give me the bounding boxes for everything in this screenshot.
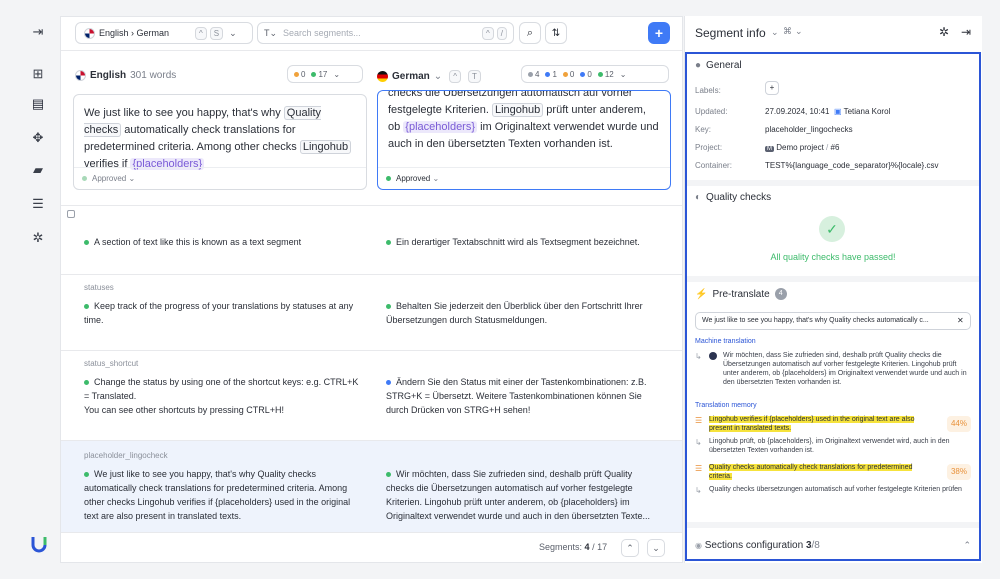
quality-passed-text: All quality checks have passed!	[770, 252, 896, 262]
target-status-select[interactable]: Approved ⌄	[378, 167, 670, 189]
kbd-slash: /	[496, 26, 507, 40]
chevron-down-icon: ⌄	[433, 71, 443, 82]
layout-icon[interactable]: ▤	[30, 96, 46, 112]
info-icon: ●	[695, 60, 702, 71]
target-language[interactable]: German ⌄ ^ T	[377, 70, 481, 83]
shield-icon: ◐	[695, 192, 702, 203]
toolbar: English › German ^ S ⌄ T ⌄ Search segmen…	[61, 17, 682, 51]
gear-icon[interactable]: ✲	[939, 25, 949, 39]
kbd-s: S	[209, 26, 224, 40]
lightning-icon: ⚡	[695, 288, 708, 300]
source-editor[interactable]: We just like to see you happy, that's wh…	[73, 94, 367, 190]
panel-title: Segment info	[695, 26, 766, 40]
collapse-panel-icon[interactable]: ⇥	[961, 25, 971, 39]
chevron-down-icon: ⌄	[619, 69, 627, 79]
tm-target-2[interactable]: Quality checks übersetzungen automatisch…	[709, 485, 971, 494]
target-text[interactable]: checks die Übersetzungen automatisch auf…	[388, 91, 660, 153]
language-pair-select[interactable]: English › German ^ S ⌄	[75, 22, 253, 44]
language-pair-label: English › German	[99, 28, 170, 38]
flag-en-icon	[75, 70, 86, 81]
source-word-count: 301 words	[130, 70, 177, 81]
search-box[interactable]: T ⌄ Search segments... ^ /	[257, 22, 514, 44]
general-title[interactable]: ● General	[695, 60, 742, 71]
components-icon[interactable]: ✥	[30, 130, 46, 146]
return-arrow-icon: ↳	[695, 486, 702, 495]
chevron-down-icon: ⌄	[229, 27, 237, 38]
general-section: ● General Labels: + Updated: 27.09.2024, …	[687, 54, 979, 186]
target-status-counters[interactable]: 4 1 0 0 12 ⌄	[521, 65, 669, 83]
app-root: ⇥ ⊞ ▤ ✥ ▰ ☰ ✲ English › German ^ S ⌄ T ⌄…	[0, 0, 1000, 579]
pagination-footer: Segments: 4 / 17 ⌃ ⌄	[61, 532, 682, 562]
settings-icon[interactable]: ✲	[30, 230, 46, 246]
editor-main: English › German ^ S ⌄ T ⌄ Search segmen…	[60, 16, 683, 563]
tm-source-2[interactable]: Quality checks automatically check trans…	[709, 463, 929, 481]
chevron-down-icon[interactable]: ⌄	[795, 26, 803, 37]
panel-header: Segment info ⌄ ⌘ ⌄ ✲ ⇥	[685, 16, 983, 50]
kbd-ctrl: ^	[449, 70, 461, 83]
kbd-ctrl: ^	[482, 26, 494, 40]
lingohub-logo	[31, 537, 47, 553]
list-header	[61, 205, 682, 221]
pretranslate-query-input[interactable]: We just like to see you happy, that's wh…	[695, 312, 971, 330]
table-row-selected[interactable]: placeholder_lingocheck We just like to s…	[61, 441, 682, 534]
search-icon[interactable]: ⌕	[519, 22, 541, 44]
panel-body: ● General Labels: + Updated: 27.09.2024, …	[685, 52, 981, 561]
tm-icon: ☰	[695, 464, 703, 473]
sections-icon: ◉	[695, 541, 702, 550]
tm-icon: ☰	[695, 416, 703, 425]
grid-icon[interactable]: ⊞	[30, 66, 46, 82]
user-icon: ▣	[833, 107, 842, 116]
shortcut-label: ⌘	[783, 26, 792, 36]
comment-icon[interactable]: ▰	[30, 162, 46, 178]
chevron-up-icon: ⌃	[963, 540, 971, 550]
source-language: English 301 words	[75, 70, 176, 81]
add-segment-button[interactable]: +	[648, 22, 670, 44]
flag-de-icon	[377, 71, 388, 82]
table-row[interactable]: A section of text like this is known as …	[61, 221, 682, 275]
tm-target-1[interactable]: Lingohub prüft, ob {placeholders}, im Or…	[709, 437, 971, 455]
return-arrow-icon: ↳	[695, 438, 702, 447]
mt-suggestion[interactable]: Wir möchten, dass Sie zufrieden sind, de…	[723, 351, 969, 387]
sort-icon[interactable]: ⇅	[545, 22, 567, 44]
tm-match-1: 44%	[947, 416, 971, 432]
source-status-select[interactable]: Approved ⌄	[74, 167, 366, 189]
tm-source-1[interactable]: Lingohub verifies if {placeholders} used…	[709, 415, 929, 433]
kbd-t: T	[467, 70, 481, 83]
source-status-counters[interactable]: 0 17 ⌄	[287, 65, 363, 83]
table-row[interactable]: statuses Keep track of the progress of y…	[61, 275, 682, 351]
kbd-ctrl: ^	[195, 26, 207, 40]
quality-checks-section: ◐ Quality checks ✓ All quality checks hav…	[687, 186, 979, 282]
chevron-up-icon[interactable]: ⌃	[621, 539, 639, 557]
chevron-down-icon[interactable]: ⌄	[647, 539, 665, 557]
return-arrow-icon: ↳	[695, 352, 702, 361]
language-bar: English 301 words 0 17 ⌄ German ⌄ ^ T 4 …	[61, 52, 682, 90]
left-rail: ⇥ ⊞ ▤ ✥ ▰ ☰ ✲	[18, 16, 58, 563]
flag-en-icon	[84, 27, 95, 39]
segment-info-panel: Segment info ⌄ ⌘ ⌄ ✲ ⇥ ● General Labels: …	[684, 16, 982, 563]
pretranslate-section: ⚡ Pre-translate 4 We just like to see you …	[687, 282, 979, 528]
close-icon[interactable]: ✕	[957, 316, 964, 325]
table-row[interactable]: status_shortcut Change the status by usi…	[61, 351, 682, 441]
check-circle-icon: ✓	[819, 216, 845, 242]
segment-list: A section of text like this is known as …	[61, 221, 682, 534]
target-editor[interactable]: checks die Übersetzungen automatisch auf…	[377, 90, 671, 190]
sections-configuration[interactable]: ◉ Sections configuration 3/8 ⌃	[687, 532, 979, 559]
search-input[interactable]: Search segments...	[283, 28, 479, 38]
chevron-down-icon: ⌄	[269, 27, 278, 38]
source-text: We just like to see you happy, that's wh…	[84, 105, 356, 173]
collapse-icon[interactable]: ⇥	[30, 24, 46, 40]
segment-counter: Segments: 4 / 17	[539, 542, 608, 552]
project-icon: M	[765, 146, 774, 152]
select-all-checkbox[interactable]	[67, 210, 75, 218]
add-label-button[interactable]: +	[765, 81, 779, 95]
chevron-down-icon[interactable]: ⌄	[771, 27, 779, 38]
storage-icon[interactable]: ☰	[30, 196, 46, 212]
tm-match-2: 38%	[947, 464, 971, 480]
mt-provider-icon	[709, 352, 717, 360]
chevron-down-icon: ⌄	[333, 69, 341, 79]
